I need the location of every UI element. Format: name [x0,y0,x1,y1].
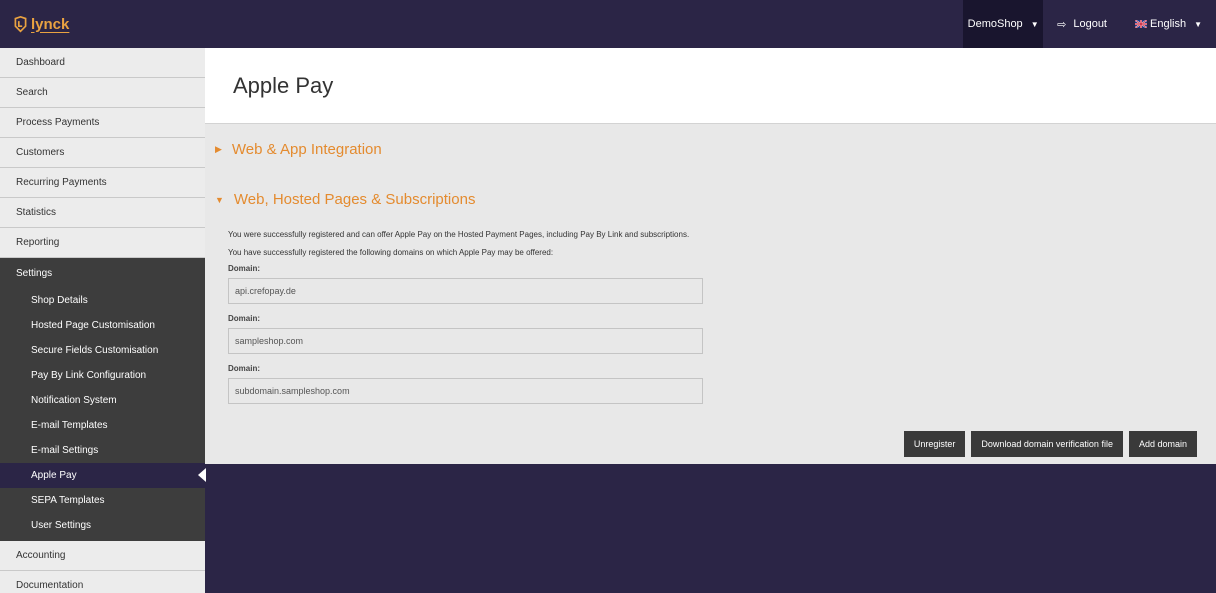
sidebar: Dashboard Search Process Payments Custom… [0,48,206,593]
sidebar-item-label: Settings [16,267,53,279]
sidebar-item-label: Search [16,87,48,98]
accordion-web-hosted-pages-subscriptions[interactable]: ▼ Web, Hosted Pages & Subscriptions [205,174,1216,225]
logout-label: Logout [1073,18,1107,30]
sidebar-item-reporting[interactable]: Reporting [0,228,205,258]
accordion-title: Web & App Integration [231,140,382,158]
sidebar-item-label: Recurring Payments [16,177,107,188]
logo-text: lynck [31,15,70,33]
accordion-title: Web, Hosted Pages & Subscriptions [233,191,476,208]
submenu-item-label: SEPA Templates [31,495,105,506]
sidebar-item-label: Process Payments [16,117,100,128]
submenu-item-label: Pay By Link Configuration [31,370,147,381]
submenu-item-label: Secure Fields Customisation [31,345,159,356]
sidebar-item-recurring-payments[interactable]: Recurring Payments [0,168,205,198]
submenu-item-label: E-mail Templates [31,420,108,431]
submenu-item-shop-details[interactable]: Shop Details [0,288,205,313]
sidebar-item-statistics[interactable]: Statistics [0,198,205,228]
domain-label: Domain: [228,364,260,373]
submenu-item-notification-system[interactable]: Notification System [0,388,205,413]
language-label: English [1150,18,1187,30]
submenu-item-label: Shop Details [31,295,88,306]
submenu-item-label: E-mail Settings [31,445,99,456]
add-domain-button[interactable]: Add domain [1128,431,1197,457]
sidebar-item-label: Customers [16,147,65,158]
domain-field-1[interactable] [228,278,703,304]
logout-button[interactable]: ⇨ Logout [1043,0,1121,48]
sidebar-item-process-payments[interactable]: Process Payments [0,108,205,138]
shop-selector-label: DemoShop [967,18,1023,30]
domains-message: You have successfully registered the fol… [228,248,554,257]
sidebar-item-label: Reporting [16,237,60,248]
language-selector[interactable]: English ▼ [1121,0,1216,48]
submenu-item-apple-pay[interactable]: Apple Pay [0,463,206,488]
accordion-web-app-integration[interactable]: ▶ Web & App Integration [205,123,1216,174]
download-verification-file-button[interactable]: Download domain verification file [971,431,1123,457]
caret-down-icon: ▼ [215,194,224,205]
domain-field-3[interactable] [228,378,703,404]
title-bar: Apple Pay [205,48,1216,123]
submenu-item-label: Apple Pay [31,470,77,481]
submenu-item-hosted-page-customisation[interactable]: Hosted Page Customisation [0,313,205,338]
submenu-item-sepa-templates[interactable]: SEPA Templates [0,488,205,513]
accordion-body: You were successfully registered and can… [205,229,1216,467]
submenu-item-secure-fields-customisation[interactable]: Secure Fields Customisation [0,338,205,363]
sidebar-item-customers[interactable]: Customers [0,138,205,168]
sidebar-item-search[interactable]: Search [0,78,205,108]
sidebar-item-dashboard[interactable]: Dashboard [0,48,205,78]
sidebar-item-accounting[interactable]: Accounting [0,541,205,571]
top-navbar: lynck DemoShop ▼ ⇨ Logout English ▼ [0,0,1216,48]
submenu-item-label: Notification System [31,395,117,406]
logo-icon [14,15,27,33]
sidebar-item-settings[interactable]: Settings [0,258,205,288]
sidebar-item-documentation[interactable]: Documentation [0,571,205,593]
logo[interactable]: lynck [12,12,69,36]
shop-selector[interactable]: DemoShop ▼ [963,0,1044,48]
submenu-item-label: Hosted Page Customisation [31,320,155,331]
sidebar-item-label: Dashboard [16,57,65,68]
submenu-item-email-settings[interactable]: E-mail Settings [0,438,205,463]
chevron-down-icon: ▼ [1194,19,1202,29]
sidebar-item-label: Documentation [16,580,84,591]
chevron-down-icon: ▼ [1030,19,1039,29]
unregister-button[interactable]: Unregister [903,431,966,457]
registration-message: You were successfully registered and can… [228,230,690,239]
sidebar-item-label: Accounting [16,550,66,561]
sidebar-item-label: Statistics [16,207,57,218]
settings-submenu: Shop Details Hosted Page Customisation S… [0,288,206,541]
submenu-item-pay-by-link-configuration[interactable]: Pay By Link Configuration [0,363,205,388]
domain-field-2[interactable] [228,328,703,354]
submenu-item-user-settings[interactable]: User Settings [0,513,205,538]
logout-icon: ⇨ [1057,18,1067,31]
submenu-item-email-templates[interactable]: E-mail Templates [0,413,205,438]
uk-flag-icon [1135,20,1147,28]
main-content: Apple Pay ▶ Web & App Integration ▼ Web,… [205,48,1216,464]
submenu-item-label: User Settings [31,520,92,531]
domain-label: Domain: [228,264,260,273]
action-buttons: Unregister Download domain verification … [903,431,1197,457]
page-title: Apple Pay [233,72,334,98]
domain-label: Domain: [228,314,260,323]
caret-right-icon: ▶ [215,143,222,154]
